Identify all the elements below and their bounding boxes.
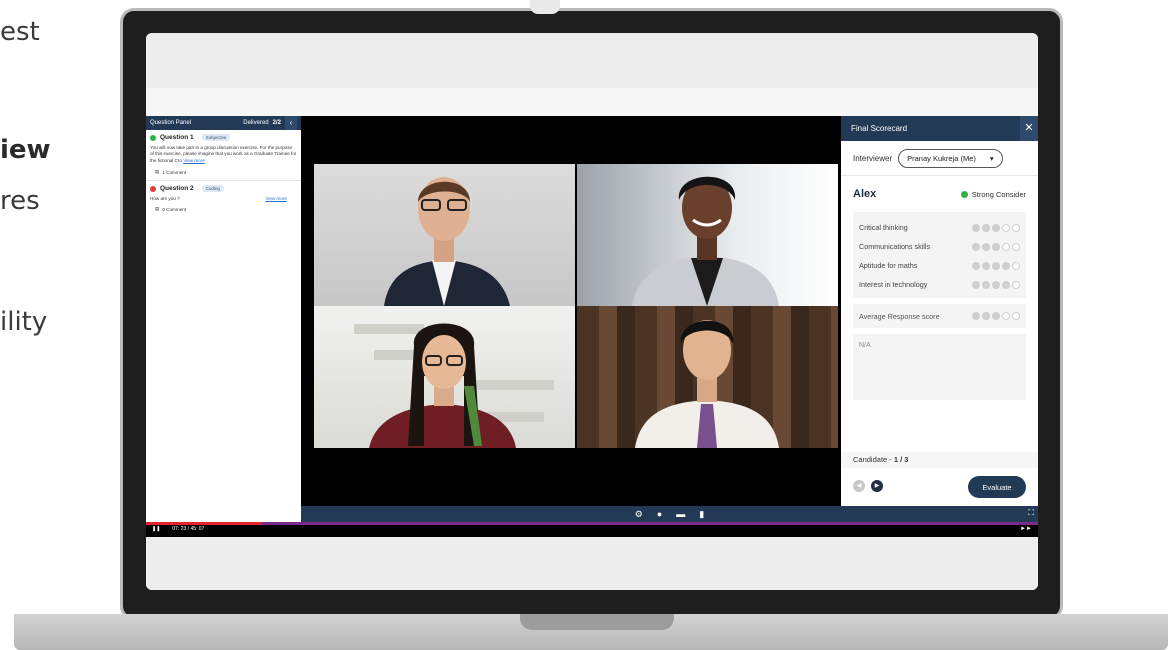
participant-video-tile — [314, 164, 575, 306]
question-panel: Question Panel Delivered 2/2 ‹ Question … — [146, 116, 301, 522]
evaluate-button[interactable]: Evaluate — [968, 476, 1026, 498]
comment-icon: ▤ — [155, 206, 160, 212]
playback-info: ❚❚ 07: 23 / 45: 07 — [152, 526, 204, 532]
chevron-left-icon[interactable]: ‹ — [285, 116, 297, 130]
check-status-icon — [150, 134, 156, 141]
status-badge: Strong Consider — [960, 189, 1026, 199]
marketing-text-line: res — [0, 186, 40, 216]
participant-video-tile — [314, 306, 575, 448]
screen-header-strip — [146, 88, 1038, 116]
participant-photo — [384, 177, 510, 306]
question-item[interactable]: Question 1 Subjective You will now take … — [146, 130, 301, 182]
interviewer-select[interactable]: Pranay Kukreja (Me) ▾ — [898, 148, 1003, 168]
status-text: Strong Consider — [971, 189, 1026, 199]
participant-photo — [632, 176, 779, 306]
playback-time: 07: 23 / 45: 07 — [172, 526, 205, 532]
comment-label: 0 Comment — [162, 206, 187, 212]
rating-dots — [972, 312, 1020, 320]
candidate-label: Candidate - — [853, 455, 892, 464]
call-controls-bar: ⚙ ● ▬ ▮ ⛶ — [301, 506, 1038, 522]
screen-top-area — [146, 33, 1038, 88]
interviewer-label: Interviewer — [853, 153, 893, 163]
question-tag: Coding — [201, 185, 224, 193]
scorecard-header: Final Scorecard ✕ — [841, 116, 1038, 141]
rating-dots[interactable] — [972, 223, 1020, 232]
skill-row: Communications skills — [859, 237, 1020, 256]
skill-name: Communications skills — [859, 242, 931, 251]
skill-row: Aptitude for maths — [859, 256, 1020, 275]
notes-field[interactable]: N/A — [853, 334, 1026, 400]
interview-app: Question Panel Delivered 2/2 ‹ Question … — [146, 116, 1038, 537]
laptop-base-notch — [520, 614, 674, 630]
page: est iew res ility Question Panel Deliver… — [0, 0, 1168, 650]
rating-dots[interactable] — [972, 261, 1020, 270]
candidate-row: Alex Strong Consider — [841, 176, 1038, 200]
skills-rating-list: Critical thinking Communications skills … — [853, 212, 1026, 298]
skill-row: Critical thinking — [859, 218, 1020, 237]
participant-photo — [635, 320, 779, 448]
chat-icon[interactable]: ● — [657, 509, 662, 519]
pause-icon[interactable]: ❚❚ — [152, 526, 160, 532]
skill-row: Interest in technology — [859, 275, 1020, 294]
status-dot-icon — [960, 190, 968, 198]
question-body: You will now take part in a group discus… — [150, 145, 297, 164]
comment-icon: ▤ — [155, 169, 160, 175]
chevron-down-icon: ▾ — [989, 153, 994, 163]
timeline-progress — [146, 522, 262, 525]
delivered-label: Delivered — [243, 120, 269, 126]
candidate-counter: Candidate - 1 / 3 — [841, 452, 1038, 468]
notes-icon[interactable]: ▮ — [699, 509, 704, 520]
skill-name: Aptitude for maths — [859, 261, 918, 270]
comment-count[interactable]: ▤ 1 Comment — [150, 169, 297, 175]
next-icon[interactable]: ▶ — [871, 480, 883, 492]
question-title: Question 1 — [160, 134, 194, 141]
skill-name: Interest in technology — [859, 280, 928, 289]
camera-notch — [530, 0, 560, 14]
laptop-screen: Question Panel Delivered 2/2 ‹ Question … — [146, 33, 1038, 590]
fullscreen-icon[interactable]: ⛶ — [1028, 508, 1034, 518]
timeline-track[interactable] — [146, 522, 1038, 525]
view-more-link[interactable]: View more — [265, 196, 287, 201]
candidate-nav: ◀ ▶ — [853, 480, 883, 492]
average-score-row: Average Response score — [853, 304, 1026, 328]
question-tag: Subjective — [201, 134, 231, 141]
comment-label: 1 Comment — [162, 169, 187, 175]
marketing-text-line: iew — [0, 135, 51, 165]
playback-timeline[interactable]: ❚❚ 07: 23 / 45: 07 ►► — [146, 522, 1038, 537]
delivered-count: 2/2 — [272, 120, 281, 126]
skill-name: Critical thinking — [859, 223, 908, 232]
question-text: How are you ? — [150, 196, 180, 202]
candidate-name: Alex — [853, 188, 877, 200]
view-more-link[interactable]: View more — [183, 158, 205, 163]
participant-video-tile — [577, 306, 838, 448]
comment-count[interactable]: ▤ 0 Comment — [150, 206, 297, 212]
question-text: You will now take part in a group discus… — [150, 145, 297, 163]
question-title: Question 2 — [160, 185, 194, 193]
interviewer-row: Interviewer Pranay Kukreja (Me) ▾ — [841, 141, 1038, 176]
candidate-count: 1 / 3 — [893, 455, 909, 464]
previous-icon[interactable]: ◀ — [853, 480, 865, 492]
scorecard-title: Final Scorecard — [851, 124, 908, 133]
settings-icon[interactable]: ⚙ — [635, 509, 643, 520]
question-panel-title: Question Panel — [150, 120, 192, 126]
participant-photo — [354, 323, 554, 448]
rating-dots[interactable] — [972, 280, 1020, 289]
messages-icon[interactable]: ▬ — [676, 509, 685, 519]
rating-dots[interactable] — [972, 242, 1020, 251]
marketing-text-line: ility — [0, 307, 48, 337]
interviewer-value: Pranay Kukreja (Me) — [907, 153, 976, 163]
question-item[interactable]: Question 2 Coding How are you ? View mor… — [146, 181, 301, 217]
final-scorecard-panel: Final Scorecard ✕ Interviewer Pranay Kuk… — [841, 116, 1038, 506]
error-status-icon — [150, 185, 156, 192]
screen-bottom-area — [146, 537, 1038, 590]
close-icon[interactable]: ✕ — [1020, 116, 1038, 141]
fast-forward-icon[interactable]: ►► — [1020, 526, 1032, 532]
participant-video-tile — [577, 164, 838, 306]
average-label: Average Response score — [859, 311, 940, 321]
question-panel-header: Question Panel Delivered 2/2 ‹ — [146, 116, 301, 130]
marketing-text-line: est — [0, 17, 40, 47]
